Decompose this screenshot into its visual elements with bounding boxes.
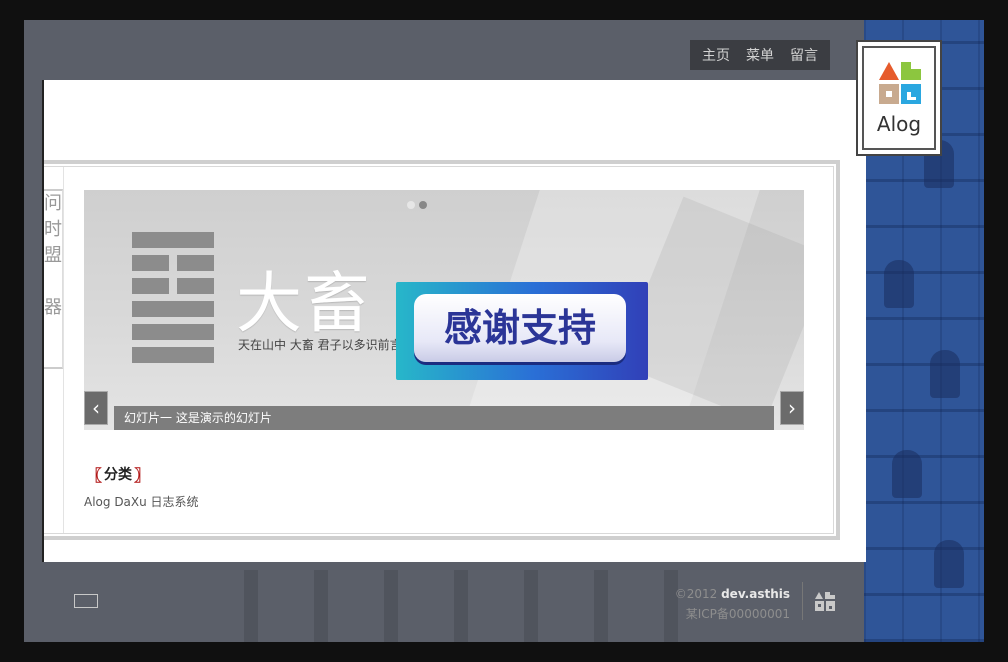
slider-dot-active[interactable] (419, 201, 427, 209)
icp-number: 某ICP备00000001 (685, 607, 790, 621)
thanks-badge[interactable]: 感谢支持 (396, 282, 648, 380)
decor-figure (934, 540, 964, 588)
category-description: Alog DaXu 日志系统 (84, 495, 199, 509)
copyright-year: ©2012 (674, 587, 718, 601)
left-strip-text: 问 时 盟 器 (44, 193, 62, 318)
decor-figure (892, 450, 922, 498)
copyright: ©2012 dev.asthis 某ICP备00000001 (664, 584, 790, 624)
alog-logo[interactable]: Alog (856, 40, 942, 156)
nav-messages[interactable]: 留言 (782, 45, 826, 65)
category-title: 分类 (104, 467, 133, 483)
slider-dot[interactable] (407, 201, 415, 209)
footer-decoration (244, 570, 724, 642)
top-nav: 主页 菜单 留言 (690, 40, 830, 70)
footer-box-icon[interactable] (74, 594, 98, 608)
slider-next-button[interactable]: › (780, 391, 804, 425)
slider-prev-button[interactable]: ‹ (84, 391, 108, 425)
hexagram-icon (132, 232, 214, 370)
bracket-left-icon: 〖 (86, 466, 103, 485)
slide-caption: 幻灯片一 这是演示的幻灯片 (114, 406, 774, 430)
left-side-strip: 问 时 盟 器 (44, 189, 63, 369)
chevron-right-icon: › (788, 396, 796, 420)
copyright-author[interactable]: dev.asthis (721, 587, 790, 601)
slider-dots (407, 201, 427, 209)
chevron-left-icon: ‹ (92, 396, 100, 420)
slide-title: 大畜 (236, 265, 372, 342)
decor-figure (930, 350, 960, 398)
slide-subtitle: 天在山中 大畜 君子以多识前言 (238, 338, 402, 352)
thanks-badge-label: 感谢支持 (414, 294, 626, 362)
category-heading: 〖 分类 〗 (84, 462, 152, 486)
small-logo-icon[interactable] (814, 590, 836, 612)
logo-text: Alog (876, 112, 922, 136)
nav-home[interactable]: 主页 (694, 45, 738, 65)
card-divider (63, 167, 64, 533)
footer-divider (802, 582, 803, 620)
decor-figure (884, 260, 914, 308)
bracket-right-icon: 〗 (134, 466, 151, 485)
nav-menu[interactable]: 菜单 (738, 45, 782, 65)
alog-logo-icon (879, 62, 921, 104)
